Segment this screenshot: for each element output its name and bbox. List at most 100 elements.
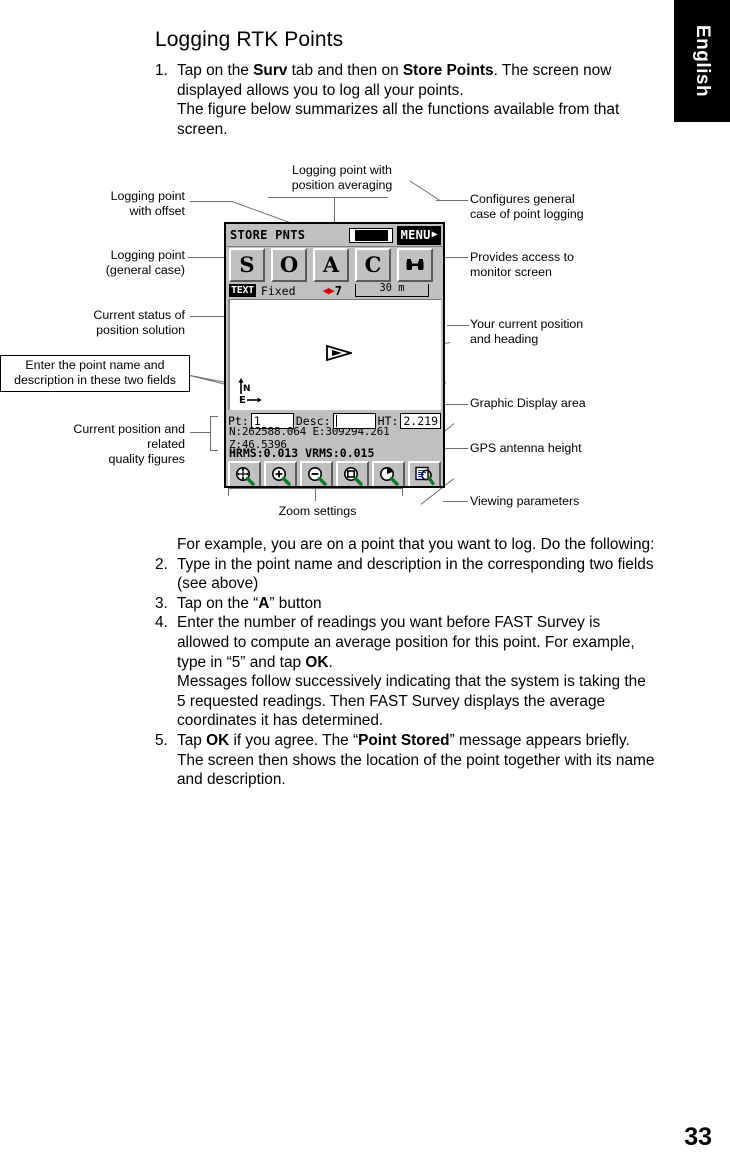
magnifier-window-icon (343, 467, 363, 486)
list-item: 2. Type in the point name and descriptio… (155, 555, 655, 594)
list-item-text: Tap on the “A” button (177, 594, 655, 614)
list-item-number: 1. (155, 62, 168, 79)
view-settings-icon (414, 466, 435, 486)
zoom-extents-button[interactable] (372, 461, 405, 486)
leader-line (436, 200, 468, 201)
list-item-text: Tap OK if you agree. The “Point Stored” … (177, 731, 655, 790)
callout-provides-access: Provides access to monitor screen (470, 250, 574, 279)
list-item-number: 5. (155, 731, 168, 749)
list-item: 1. Tap on the Surv tab and then on Store… (155, 61, 655, 100)
callout-viewing-parameters: Viewing parameters (470, 494, 580, 508)
svg-text:N: N (243, 384, 251, 394)
text-run-bold: Point Stored (358, 731, 450, 749)
magnifier-extents-icon (379, 467, 399, 486)
menu-button[interactable]: MENU ▶ (396, 225, 441, 245)
list-item: 3. Tap on the “A” button (155, 594, 655, 614)
list-item-number: 3. (155, 594, 168, 612)
leader-line (443, 448, 468, 449)
average-point-button[interactable]: A (313, 247, 349, 282)
zoom-pan-button[interactable] (228, 461, 261, 486)
callout-your-current-position: Your current position and heading (470, 317, 584, 346)
configure-button[interactable]: C (355, 247, 391, 282)
zoom-toolbar (226, 460, 443, 486)
map-scale-bar: 30 m (355, 282, 429, 297)
leader-line (409, 180, 441, 201)
description-input[interactable] (332, 412, 376, 429)
text-run: . (328, 653, 333, 671)
callout-graphic-display-area: Graphic Display area (470, 396, 586, 410)
article-content: Logging RTK Points 1. Tap on the Surv ta… (155, 28, 655, 139)
menu-button-label: MENU (400, 227, 431, 242)
list-item-number: 2. (155, 555, 168, 573)
bracket-stem (315, 488, 316, 501)
text-run-bold: OK (305, 653, 329, 671)
text-run-bold: A (258, 594, 270, 612)
bracket-arm (210, 416, 218, 417)
zoom-window-button[interactable] (336, 461, 369, 486)
text-run: Enter the number of readings you want be… (177, 614, 635, 671)
leader-line (447, 325, 469, 326)
list-item-text: Type in the point name and description i… (177, 555, 654, 593)
document-page: English Logging RTK Points 1. Tap on the… (0, 0, 730, 1166)
offset-point-button[interactable]: O (271, 247, 307, 282)
steps-list: 1. Tap on the Surv tab and then on Store… (155, 61, 655, 139)
device-status-bar: TEXT Fixed ◀▶ 7 30 m (226, 282, 443, 299)
leader-line (190, 201, 232, 202)
chevron-right-icon: ▶ (431, 229, 438, 240)
callout-logging-point-with-offset: Logging point with offset (110, 189, 185, 218)
list-item-text: Enter the number of readings you want be… (177, 613, 655, 672)
fix-status-label: Fixed (260, 283, 296, 298)
steps-list-continued: For example, you are on a point that you… (155, 535, 655, 790)
zoom-in-button[interactable] (264, 461, 297, 486)
battery-icon (348, 227, 393, 243)
callout-logging-point-averaging: Logging point with position averaging (291, 163, 393, 192)
bracket-vertical (210, 416, 211, 450)
text-run: tab and then on (287, 62, 403, 79)
view-settings-button[interactable] (408, 461, 441, 486)
magnifier-plus-icon (271, 467, 291, 486)
magnifier-pan-icon (235, 467, 255, 486)
text-run: ” button (269, 594, 322, 612)
page-number: 33 (684, 1123, 712, 1151)
binoculars-icon (406, 258, 424, 270)
list-item: 5. Tap OK if you agree. The “Point Store… (155, 731, 655, 790)
callout-gps-antenna-height: GPS antenna height (470, 441, 582, 455)
device-screenshot: STORE PNTS MENU ▶ S O A C TEXT Fixed ◀▶ … (224, 222, 445, 488)
leader-underline (268, 197, 388, 198)
text-run-bold: OK (206, 731, 230, 749)
device-title: STORE PNTS (230, 228, 306, 242)
zoom-out-button[interactable] (300, 461, 333, 486)
list-item-text: Tap on the Surv tab and then on Store Po… (177, 61, 655, 100)
leader-line (190, 432, 210, 433)
text-run: Tap (177, 731, 207, 749)
map-scale-label: 30 m (377, 282, 407, 294)
monitor-button[interactable] (397, 247, 433, 282)
north-east-axis-icon: N E (236, 378, 266, 408)
device-title-bar: STORE PNTS MENU ▶ (226, 224, 443, 247)
list-item-number: 4. (155, 614, 168, 632)
language-tab: English (674, 0, 730, 122)
callout-enter-point-name: Enter the point name and description in … (0, 355, 190, 392)
satellite-icon: ◀▶ (322, 284, 335, 297)
text-mode-tag: TEXT (229, 284, 256, 297)
satellite-count: 7 (334, 283, 342, 298)
example-intro: For example, you are on a point that you… (177, 536, 655, 553)
text-run: Tap on the (177, 62, 254, 79)
bracket-arm (228, 488, 229, 496)
text-run-bold: Surv (253, 62, 288, 79)
list-item-continuation: The figure below summarizes all the func… (177, 101, 620, 138)
svg-text:E: E (239, 395, 246, 404)
callout-zoom-settings: Zoom settings (278, 504, 357, 518)
store-point-button[interactable]: S (229, 247, 265, 282)
text-run: Tap on the “ (177, 594, 259, 612)
position-heading-cursor-icon (326, 344, 355, 365)
text-caret (335, 414, 337, 427)
language-tab-label: English (692, 24, 713, 98)
callout-current-position-quality: Current position and related quality fig… (73, 422, 185, 466)
device-toolbar: S O A C (226, 247, 443, 282)
page-title: Logging RTK Points (155, 28, 344, 51)
list-item-continuation: Messages follow successively indicating … (177, 673, 646, 730)
callout-logging-point-general: Logging point (general case) (105, 248, 185, 277)
graphic-display-area[interactable]: N E (228, 299, 441, 410)
text-run-bold: Store Points (402, 62, 494, 79)
